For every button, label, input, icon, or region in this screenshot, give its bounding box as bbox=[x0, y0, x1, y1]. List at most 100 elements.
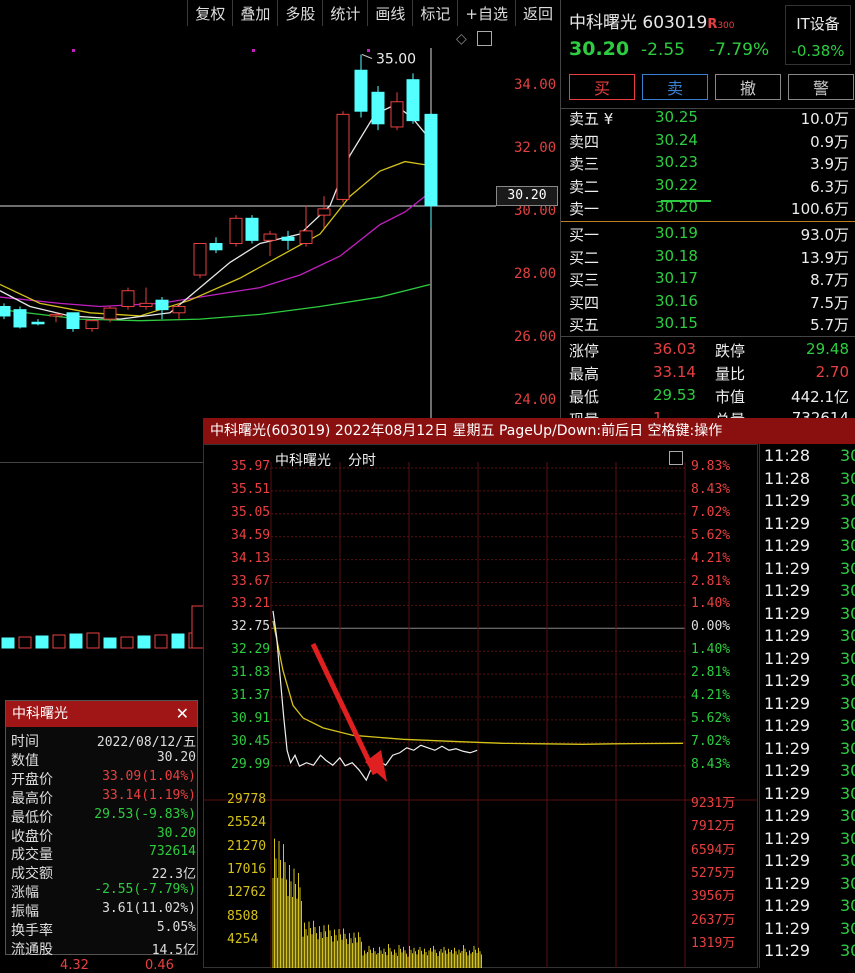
tick-price: 30 bbox=[840, 873, 855, 893]
action-button-2[interactable]: 撤 bbox=[715, 74, 781, 100]
tick-time: 11:29 bbox=[764, 626, 811, 645]
volume-amount-label: 5275万 bbox=[691, 865, 736, 881]
asks-price: 30.25 bbox=[655, 108, 698, 126]
asks-volume: 6.3万 bbox=[810, 177, 849, 196]
quote-panel: 中科曙光 603019R300 30.20 -2.55 -7.79% IT设备 … bbox=[560, 0, 855, 429]
volume-bar bbox=[86, 632, 100, 649]
toolbar-button-3[interactable]: 统计 bbox=[322, 0, 367, 26]
asks-label: 卖一 bbox=[569, 200, 600, 219]
bids-row: 买一 30.19 93.0万 bbox=[569, 224, 849, 246]
tick-price: 30 bbox=[840, 693, 855, 713]
intraday-chart[interactable] bbox=[203, 444, 758, 968]
candle bbox=[31, 319, 45, 326]
candle bbox=[209, 237, 223, 253]
candle bbox=[336, 111, 350, 203]
info-value: 30.20 bbox=[156, 749, 196, 765]
tick-price: 30 bbox=[840, 716, 855, 735]
candle bbox=[155, 297, 169, 320]
asks-row: 卖三 30.23 3.9万 bbox=[569, 153, 849, 175]
stat-l1: 涨停 bbox=[569, 342, 600, 360]
tick-price: 30 bbox=[840, 513, 855, 533]
price-label: 30.45 bbox=[231, 733, 271, 749]
volume-bar bbox=[18, 636, 32, 649]
tick-time: 11:29 bbox=[764, 918, 811, 938]
pct-label: 4.21% bbox=[691, 688, 731, 703]
info-row: 数值 30.20 bbox=[11, 750, 196, 769]
volume-label: 4254 bbox=[227, 931, 259, 947]
stat-v1: 36.03 bbox=[653, 340, 696, 358]
volume-bar bbox=[137, 635, 151, 649]
action-button-1[interactable]: 卖 bbox=[642, 74, 708, 100]
volume-amount-label: 7912万 bbox=[691, 819, 736, 835]
info-title: 中科曙光 bbox=[12, 706, 68, 722]
candle bbox=[13, 306, 27, 329]
toolbar-button-6[interactable]: +自选 bbox=[457, 0, 515, 26]
toolbar-button-7[interactable]: 返回 bbox=[514, 0, 560, 26]
tick-price: 30 bbox=[840, 851, 855, 870]
close-icon[interactable]: ✕ bbox=[176, 701, 189, 727]
asks-label: 卖二 bbox=[569, 177, 600, 196]
high-label: 35.00 bbox=[376, 52, 416, 68]
tick-price: 30 bbox=[840, 581, 855, 600]
volume-amount-label: 1319万 bbox=[691, 935, 736, 951]
diamond-icon[interactable]: ◇ bbox=[456, 31, 467, 47]
info-label: 最高价 bbox=[11, 790, 53, 807]
tick-price: 30 bbox=[840, 806, 855, 825]
pct-label: 5.62% bbox=[691, 710, 731, 726]
info-value: 2022/08/12/五 bbox=[96, 735, 196, 750]
volume-label: 25524 bbox=[227, 815, 267, 831]
candle bbox=[281, 230, 295, 250]
toolbar-button-0[interactable]: 复权 bbox=[187, 0, 232, 26]
info-label: 换手率 bbox=[11, 923, 53, 939]
action-button-3[interactable]: 警 bbox=[788, 74, 854, 100]
info-value: 3.61(11.02%) bbox=[102, 901, 196, 917]
tick-price: 30 bbox=[840, 558, 855, 578]
stat-l1: 最低 bbox=[569, 388, 600, 406]
candle bbox=[263, 230, 277, 257]
tick-price: 30 bbox=[840, 738, 855, 758]
bids-row: 买二 30.18 13.9万 bbox=[569, 247, 849, 269]
volume-bar bbox=[103, 637, 117, 649]
tick-time: 11:29 bbox=[764, 693, 811, 713]
kline-chart[interactable]: 35.00 bbox=[0, 26, 500, 426]
bids-volume: 8.7万 bbox=[810, 271, 849, 290]
asks-volume: 10.0万 bbox=[800, 110, 849, 128]
tick-price: 30 bbox=[840, 896, 855, 915]
pct-label: 1.40% bbox=[691, 596, 731, 612]
tick-time: 11:29 bbox=[764, 581, 811, 600]
candle bbox=[121, 287, 135, 310]
bids-row: 买三 30.17 8.7万 bbox=[569, 269, 849, 291]
bids-label: 买五 bbox=[569, 316, 600, 335]
tick-time: 11:29 bbox=[764, 491, 811, 510]
bids-row: 买五 30.15 5.7万 bbox=[569, 314, 849, 336]
info-box: 中科曙光 ✕ 时间 2022/08/12/五 数值 30.20 开盘价 33.09(1.04… bbox=[5, 700, 198, 958]
pct-label: 8.43% bbox=[691, 481, 731, 497]
volume-bar bbox=[154, 634, 168, 649]
candle bbox=[354, 54, 368, 118]
toolbar-button-1[interactable]: 叠加 bbox=[232, 0, 277, 26]
intraday-popup: 中科曙光(603019) 2022年08月12日 星期五 PageUp/Down… bbox=[203, 418, 855, 968]
toolbar-button-2[interactable]: 多股 bbox=[277, 0, 322, 26]
info-label: 振幅 bbox=[11, 904, 39, 921]
tick-time: 11:29 bbox=[764, 783, 811, 803]
volume-highlight bbox=[661, 200, 711, 202]
tick-time: 11:29 bbox=[764, 896, 811, 915]
toolbar-button-5[interactable]: 标记 bbox=[412, 0, 457, 26]
info-label: 成交额 bbox=[11, 866, 53, 883]
toolbar-button-4[interactable]: 画线 bbox=[367, 0, 412, 26]
volume-bar bbox=[171, 633, 185, 649]
panel-toggle-icon[interactable] bbox=[477, 31, 492, 46]
chart-toolbar: 复权 叠加 多股 统计 画线 标记 +自选 返回 bbox=[0, 0, 560, 26]
bottom-value-2: 0.46 bbox=[145, 958, 174, 973]
info-row: 收盘价 30.20 bbox=[11, 826, 196, 845]
info-row: 换手率 5.05% bbox=[11, 920, 196, 939]
info-label: 涨幅 bbox=[11, 885, 39, 902]
sector-name: IT设备 bbox=[796, 15, 840, 33]
candle bbox=[371, 86, 385, 131]
price-tick: 26.00 bbox=[514, 329, 557, 345]
action-button-0[interactable]: 买 bbox=[569, 74, 635, 100]
stat-v2: 442.1亿 bbox=[791, 388, 849, 406]
sector-box[interactable]: IT设备 -0.38% bbox=[785, 5, 851, 65]
high-pointer bbox=[361, 54, 373, 59]
asks-row: 卖二 30.22 6.3万 bbox=[569, 176, 849, 198]
